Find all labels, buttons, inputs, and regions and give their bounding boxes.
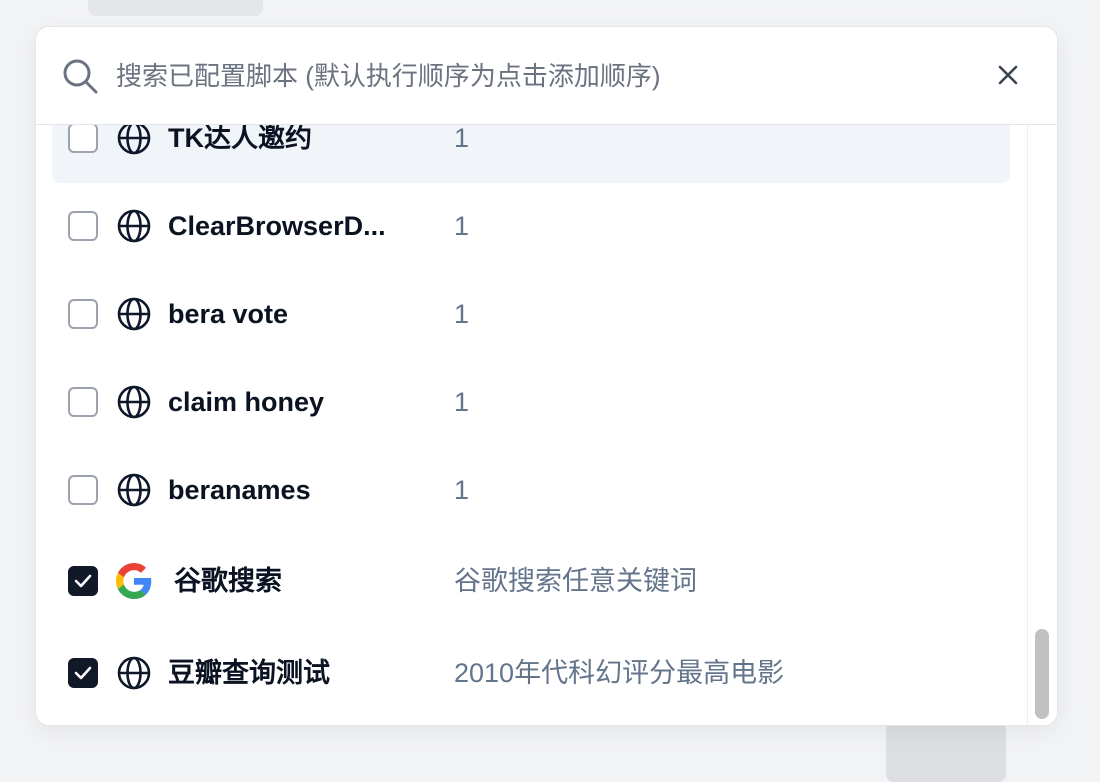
search-input[interactable] — [116, 55, 976, 97]
script-name: bera vote — [168, 299, 289, 329]
checkbox[interactable] — [68, 658, 98, 688]
script-description: 1 — [454, 475, 470, 505]
background-element — [88, 0, 263, 16]
script-name: claim honey — [168, 387, 325, 417]
scrollbar[interactable] — [1027, 125, 1057, 725]
script-name: ClearBrowserD... — [168, 211, 386, 241]
globe-icon — [117, 125, 151, 155]
checkbox[interactable] — [68, 211, 98, 241]
script-name: TK达人邀约 — [168, 125, 312, 153]
checkbox[interactable] — [68, 566, 98, 596]
checkbox[interactable] — [68, 475, 98, 505]
background-button — [886, 722, 1006, 782]
globe-icon — [117, 656, 151, 690]
close-icon[interactable] — [992, 59, 1024, 91]
script-name: beranames — [168, 475, 311, 505]
list-item[interactable]: TK达人邀约 1 — [52, 125, 1010, 183]
globe-icon — [117, 473, 151, 507]
list-item[interactable]: 谷歌搜索 谷歌搜索任意关键词 — [52, 535, 1010, 627]
checkbox[interactable] — [68, 299, 98, 329]
checkbox[interactable] — [68, 387, 98, 417]
globe-icon — [117, 385, 151, 419]
script-list[interactable]: TK达人邀约 1 ClearBrowserD... 1 bera vote 1 … — [36, 125, 1057, 725]
google-icon — [116, 563, 152, 599]
script-description: 1 — [454, 387, 470, 417]
search-icon — [63, 59, 98, 94]
list-item[interactable]: beranames 1 — [52, 447, 1010, 535]
list-item[interactable]: 豆瓣查询测试 2010年代科幻评分最高电影 — [52, 627, 1010, 719]
globe-icon — [117, 297, 151, 331]
script-name: 豆瓣查询测试 — [168, 658, 330, 688]
scrollbar-thumb[interactable] — [1035, 629, 1049, 719]
list-item[interactable]: bera vote 1 — [52, 271, 1010, 359]
checkmark-icon — [74, 574, 92, 588]
script-description: 1 — [454, 299, 470, 329]
globe-icon — [117, 209, 151, 243]
script-description: 1 — [454, 211, 470, 241]
search-bar — [36, 27, 1057, 125]
script-description: 2010年代科幻评分最高电影 — [454, 658, 785, 688]
script-picker-popover: TK达人邀约 1 ClearBrowserD... 1 — [35, 26, 1058, 726]
script-name: 谷歌搜索 — [174, 566, 282, 596]
script-description: 1 — [454, 125, 470, 153]
checkmark-icon — [74, 666, 92, 680]
checkbox[interactable] — [68, 125, 98, 153]
list-item[interactable]: ClearBrowserD... 1 — [52, 183, 1010, 271]
list-item[interactable]: claim honey 1 — [52, 359, 1010, 447]
script-description: 谷歌搜索任意关键词 — [454, 566, 697, 596]
